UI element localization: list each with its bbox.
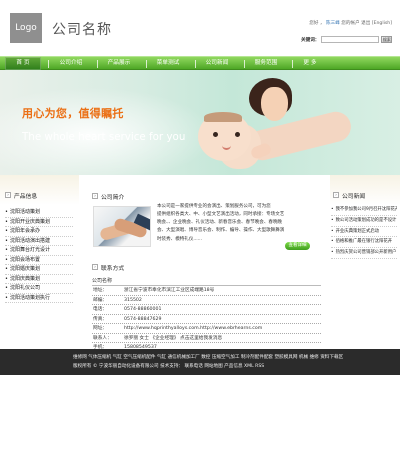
nav-more[interactable]: 更 多 bbox=[296, 57, 324, 70]
company-intro-text: 本公司是一家提供专业的会演出、策划服务公司，可为您 提供组织各类大、中、小型文艺… bbox=[157, 203, 310, 244]
banner-slogan: 用心为您，值得瞩托 bbox=[22, 107, 124, 120]
news-link[interactable]: 热烈庆贺公司营销部公开新用户 bbox=[331, 248, 397, 259]
nav-home[interactable]: 首 页 bbox=[5, 57, 41, 70]
panel-arrow-icon: › bbox=[92, 193, 98, 199]
contact-row: 网址： http://www.hqprinthyalloys.com.http:/… bbox=[92, 324, 321, 334]
product-list: 沈阳活动策划 沈阳开业庆典策划 沈阳年会承办 沈阳活动演出搭建 沈阳舞台灯光设计… bbox=[5, 208, 73, 304]
product-link[interactable]: 沈阳婚庆策划 bbox=[5, 265, 73, 275]
nav-separator bbox=[97, 60, 98, 68]
product-link[interactable]: 沈阳活动策划 bbox=[5, 208, 73, 218]
contact-row: 地址： 浙江省宁波市奉化市滨江工业区成端路18号 bbox=[92, 286, 321, 296]
contact-label: 地址： bbox=[93, 288, 108, 293]
contact-row: 联系人： 徐罗丽 女士 《企业经理》 点击这里给我发消息 bbox=[92, 334, 321, 344]
contact-row: 邮编： 315502 bbox=[92, 296, 321, 306]
news-link[interactable]: 我不参加我公司9月召开沈阳花开演唱会 bbox=[331, 205, 397, 216]
contact-value: 0574-88860001 bbox=[124, 307, 162, 313]
site-header: Logo 公司名称 您好 ， 陈三峰 您的帐户 退出 [English] 关键词… bbox=[0, 0, 400, 54]
search-bar: 关键词： 搜索 bbox=[301, 35, 393, 44]
nav-separator bbox=[244, 60, 245, 68]
product-info-title: 产品信息 bbox=[14, 193, 38, 200]
nav-products[interactable]: 产品展示 bbox=[99, 57, 139, 70]
baby-left-eye bbox=[213, 132, 218, 137]
contact-table: 公司名称 地址： 浙江省宁波市奉化市滨江工业区成端路18号 邮编： 315502 电… bbox=[92, 276, 321, 353]
footer-links[interactable]: 维修网 气体压缩机 气缸 空气压缩机配件 气缸 通信机械加工厂 数控 压缩空气加… bbox=[73, 354, 343, 360]
contact-row: 传真： 0574-88847629 bbox=[92, 315, 321, 325]
contact-label: 网址： bbox=[93, 326, 108, 332]
company-news-title: 公司新闻 bbox=[342, 193, 366, 200]
footer-copyright: 版权所有 © 宁波华丽自动化设备有限公司 技术支持： 联系电话 网站地图 产品信… bbox=[73, 364, 265, 369]
news-link[interactable]: 致公司活动策划成功的是不设计 bbox=[331, 216, 397, 227]
intro-line: 提供组织各类大、中、小型文艺演出活动，同时承接：专场文艺 bbox=[157, 212, 285, 218]
baby-right-eye bbox=[235, 132, 240, 137]
nav-separator bbox=[48, 60, 49, 68]
contact-header: › 联系方式 bbox=[92, 261, 124, 273]
right-sidebar bbox=[330, 175, 400, 349]
nav-menu-test[interactable]: 菜单测试 bbox=[148, 57, 188, 70]
mother-face bbox=[261, 87, 288, 121]
baby-hair bbox=[204, 112, 242, 122]
contact-label: 电话： bbox=[93, 307, 108, 313]
nav-company-news[interactable]: 公司新闻 bbox=[197, 57, 237, 70]
contact-website-link[interactable]: http://www.hqprinthyalloys.com.http://ww… bbox=[124, 324, 262, 334]
search-label: 关键词： bbox=[301, 37, 320, 43]
user-link[interactable]: 陈三峰 bbox=[326, 21, 340, 26]
nav-company-intro[interactable]: 公司介绍 bbox=[51, 57, 91, 70]
search-button[interactable]: 搜索 bbox=[381, 36, 393, 43]
main-navigation: 首 页 公司介绍 产品展示 菜单测试 公司新闻 服务范围 更 多 bbox=[0, 56, 400, 70]
product-link[interactable]: 沈阳活动策划执行 bbox=[5, 294, 73, 304]
product-link[interactable]: 沈阳活动演出搭建 bbox=[5, 237, 73, 247]
search-input[interactable] bbox=[321, 36, 380, 43]
company-intro-header: › 公司简介 bbox=[92, 190, 124, 202]
language-link[interactable]: [English] bbox=[372, 21, 392, 26]
logout-link[interactable]: 退出 bbox=[361, 21, 370, 26]
contact-label: 联系人： bbox=[93, 335, 112, 341]
contact-value: 浙江省宁波市奉化市滨江工业区成端路18号 bbox=[124, 288, 215, 293]
top-links: 您好 ， 陈三峰 您的帐户 退出 [English] bbox=[309, 20, 392, 26]
view-details-button[interactable]: 查看详细 bbox=[285, 242, 310, 250]
intro-line: 会、大型演唱、博导音乐会、制作、编导、操作、大型歌舞舞演 bbox=[157, 228, 285, 234]
news-link[interactable]: 开业庆典策划正式启动 bbox=[331, 227, 397, 238]
intro-line: 本公司是一家提供专业的会演出、策划服务公司，可为您 bbox=[157, 204, 271, 209]
panel-arrow-icon: › bbox=[5, 192, 11, 198]
contact-value: 315502 bbox=[124, 297, 142, 303]
product-link[interactable]: 沈阳舞台灯光设计 bbox=[5, 246, 73, 256]
contact-row: 电话： 0574-88860001 bbox=[92, 305, 321, 315]
news-link[interactable]: 佰格和推广最在银行沈阳花开 bbox=[331, 237, 397, 249]
intro-line: 晚会、、企业晚会、礼仪活动、新春音乐会、春节晚会、春晚晚 bbox=[157, 220, 283, 226]
nav-separator bbox=[292, 60, 293, 68]
footer: 维修网 气体压缩机 气缸 空气压缩机配件 气缸 通信机械加工厂 数控 压缩空气加… bbox=[0, 349, 400, 375]
product-link[interactable]: 沈阳开业庆典策划 bbox=[5, 218, 73, 228]
company-intro-title: 公司简介 bbox=[101, 194, 125, 201]
company-name: 公司名称 bbox=[52, 22, 112, 38]
product-link[interactable]: 沈阳年会承办 bbox=[5, 227, 73, 237]
company-news-header: › 公司新闻 bbox=[333, 189, 365, 201]
nav-separator bbox=[195, 60, 196, 68]
handshake-image bbox=[93, 206, 151, 247]
greeting-separator: ， bbox=[319, 21, 325, 26]
logo[interactable]: Logo bbox=[10, 13, 42, 43]
contact-title: 联系方式 bbox=[101, 265, 125, 272]
product-info-header: › 产品信息 bbox=[5, 189, 37, 201]
panel-arrow-icon: › bbox=[92, 264, 98, 270]
contact-value: 0574-88847629 bbox=[124, 316, 162, 322]
panel-arrow-icon: › bbox=[333, 192, 339, 198]
nav-separator bbox=[146, 60, 147, 68]
product-link[interactable]: 沈阳会场布置 bbox=[5, 256, 73, 266]
contact-person-link[interactable]: 徐罗丽 女士 《企业经理》 点击这里给我发消息 bbox=[124, 334, 222, 344]
welcome-link[interactable]: 您的帐户 bbox=[341, 21, 359, 26]
nav-service-scope[interactable]: 服务范围 bbox=[246, 57, 286, 70]
contact-label: 传真： bbox=[93, 316, 108, 322]
contact-label: 邮编： bbox=[93, 297, 108, 303]
greeting-prefix: 您好 bbox=[309, 21, 319, 26]
banner-slogan-english: The whole heart service for you bbox=[22, 131, 186, 143]
news-list: 我不参加我公司9月召开沈阳花开演唱会 致公司活动策划成功的是不设计 开业庆典策划… bbox=[331, 205, 397, 259]
product-link[interactable]: 沈阳礼仪公司 bbox=[5, 284, 73, 294]
contact-company-name: 公司名称 bbox=[92, 276, 321, 286]
product-link[interactable]: 沈阳庆典策划 bbox=[5, 275, 73, 285]
